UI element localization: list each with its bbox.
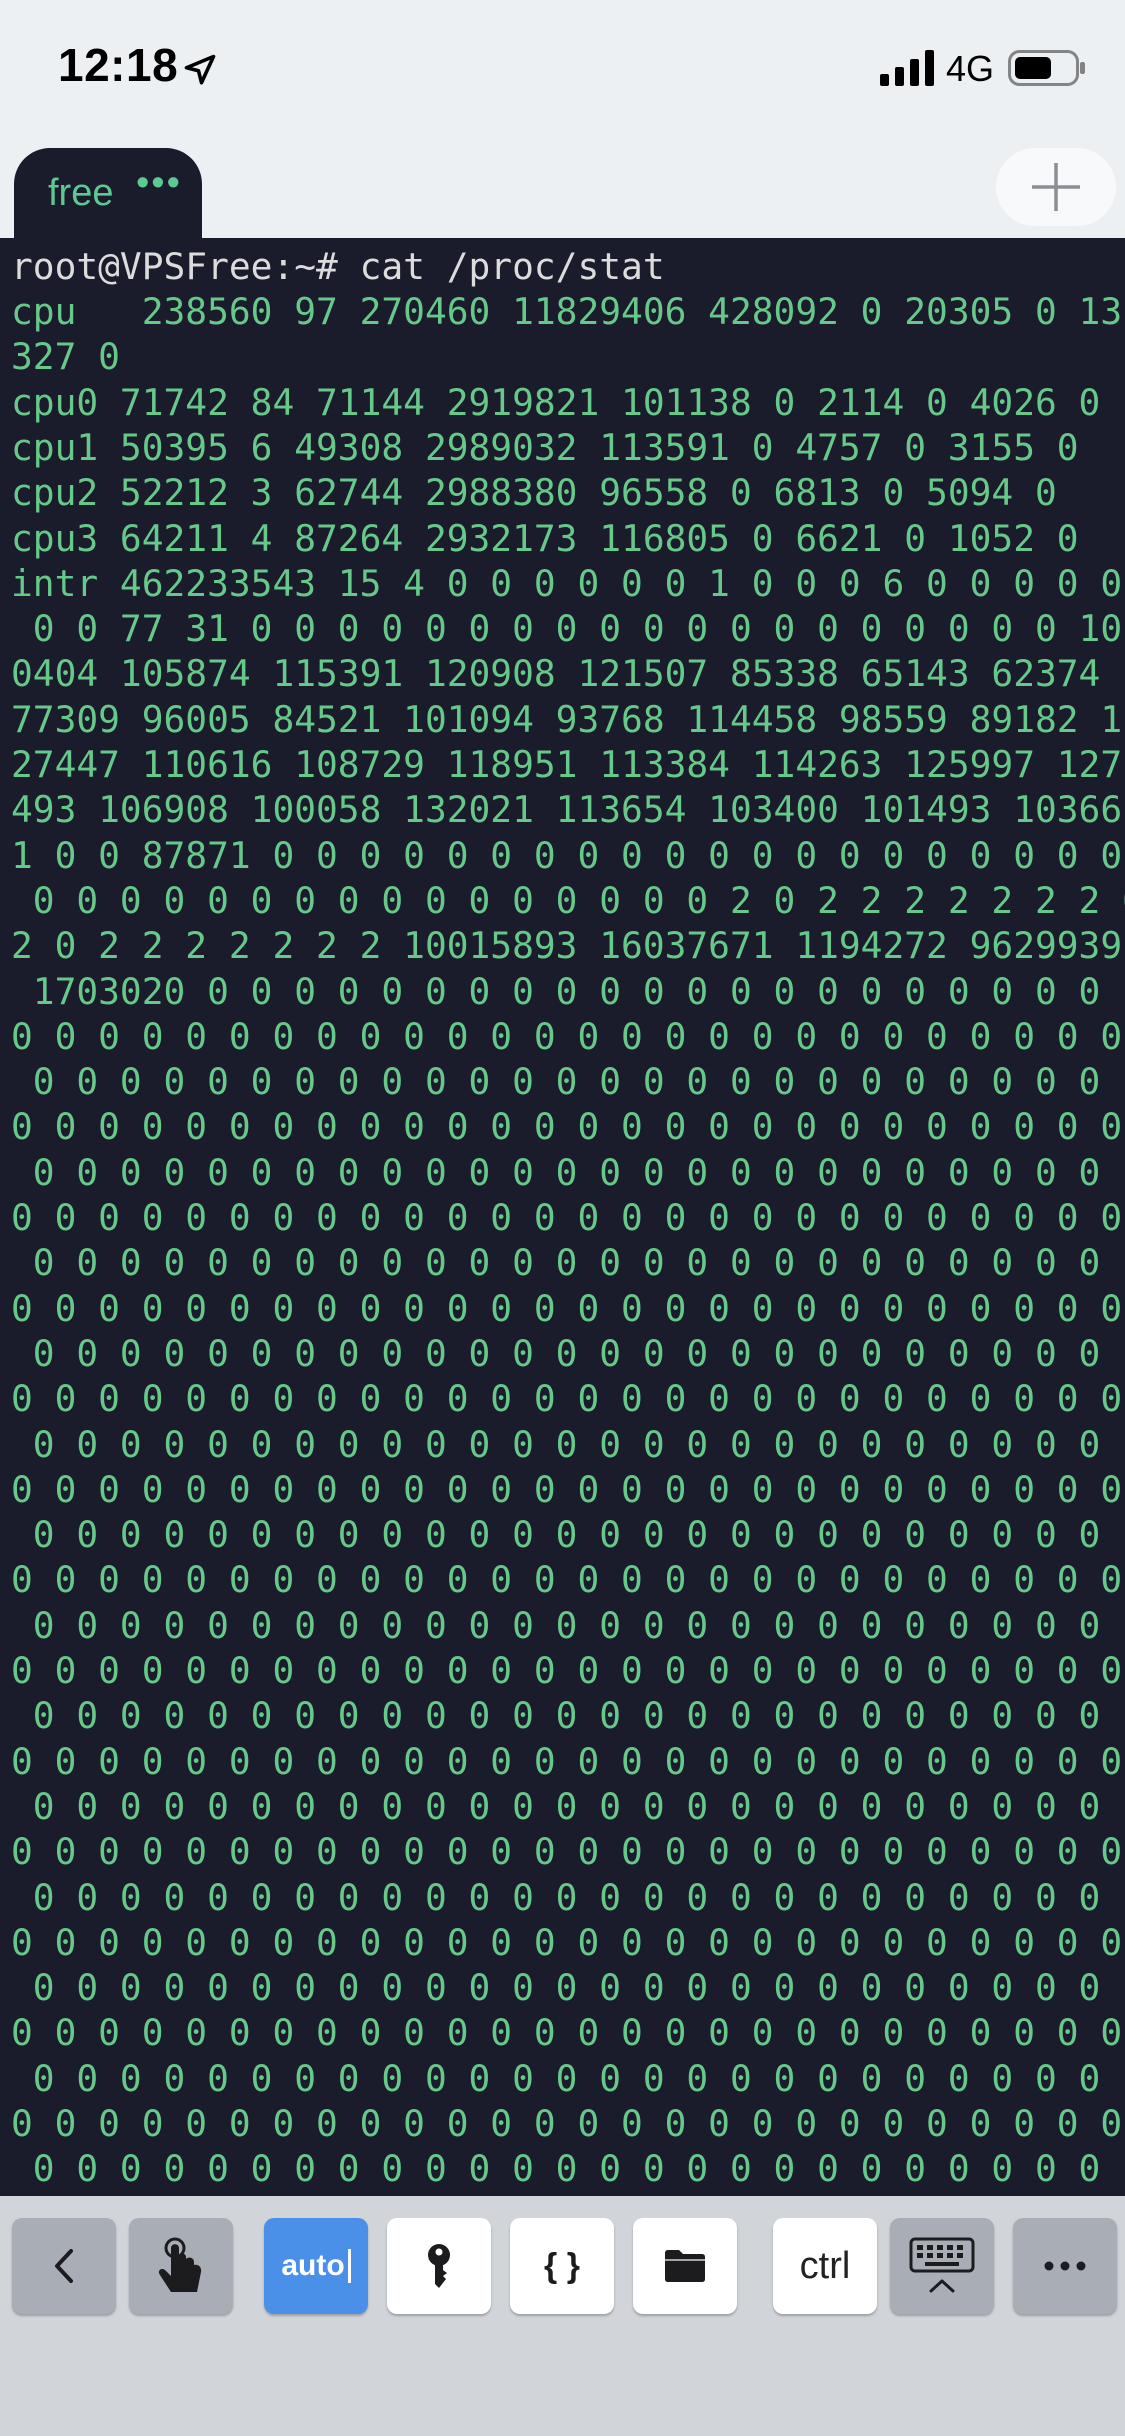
terminal-line: 0 0 0 0 0 0 0 0 0 0 0 0 0 0 0 0 0 0 0 0 … (11, 1105, 1123, 1149)
terminal-line: 0 0 0 0 0 0 0 0 0 0 0 0 0 0 0 0 0 0 0 0 … (11, 2147, 1101, 2191)
terminal-line: 0 0 0 0 0 0 0 0 0 0 0 0 0 0 0 0 0 0 0 0 … (11, 1331, 1101, 1375)
terminal-line: 0 0 0 0 0 0 0 0 0 0 0 0 0 0 0 0 0 0 0 0 … (11, 1377, 1123, 1421)
terminal-line: 0 0 0 0 0 0 0 0 0 0 0 0 0 0 0 0 0 0 0 0 … (11, 1150, 1101, 1194)
terminal-output[interactable]: root@VPSFree:~# cat /proc/stat cpu 23856… (0, 238, 1125, 2196)
tab-label: free (48, 172, 114, 214)
terminal-line: cpu 238560 97 270460 11829406 428092 0 2… (11, 290, 1123, 333)
terminal-line: 0 0 0 0 0 0 0 0 0 0 0 0 0 0 0 0 0 0 0 0 … (11, 2102, 1123, 2145)
keyboard-dismiss-icon (909, 2237, 975, 2293)
network-type: 4G (946, 48, 995, 89)
terminal-line: 27447 110616 108729 118951 113384 114263… (11, 743, 1123, 786)
signal-bars-icon (880, 50, 934, 86)
terminal-line: cpu0 71742 84 71144 2919821 101138 0 211… (11, 380, 1101, 424)
terminal-line: 0 0 0 0 0 0 0 0 0 0 0 0 0 0 0 0 0 0 0 0 … (11, 2011, 1123, 2055)
terminal-line: 1 0 0 87871 0 0 0 0 0 0 0 0 0 0 0 0 0 0 … (11, 833, 1123, 877)
terminal-line: 0 0 0 0 0 0 0 0 0 0 0 0 0 0 0 0 0 0 0 0 … (11, 2056, 1101, 2100)
auto-mode-button[interactable]: auto (264, 2218, 368, 2314)
terminal-line: 0 0 0 0 0 0 0 0 0 0 0 0 0 0 0 0 0 0 0 0 … (11, 1694, 1101, 1738)
terminal-line: 0 0 0 0 0 0 0 0 0 0 0 0 0 0 0 0 0 0 0 0 … (11, 1513, 1101, 1557)
svg-text:{ }: { } (544, 2247, 580, 2285)
terminal-line: 0 0 0 0 0 0 0 0 0 0 0 0 0 0 0 0 0 0 0 0 … (11, 1558, 1123, 1602)
chevron-left-icon (55, 2249, 73, 2283)
status-bar: 12:18 4G (0, 0, 1125, 148)
command-prompt-line: root@VPSFree:~# cat /proc/stat (11, 245, 665, 288)
touch-mode-button[interactable] (129, 2218, 233, 2314)
terminal-line: 0 0 0 0 0 0 0 0 0 0 0 0 0 0 0 0 0 0 0 0 … (11, 1060, 1101, 1104)
ctrl-label: ctrl (799, 2244, 851, 2287)
terminal-line: 0 0 0 0 0 0 0 0 0 0 0 0 0 0 0 0 0 0 0 0 … (11, 1966, 1101, 2010)
plus-icon (1032, 163, 1080, 211)
location-arrow-icon (184, 54, 216, 85)
terminal-line: 0404 105874 115391 120908 121507 85338 6… (11, 652, 1123, 696)
terminal-line: 77309 96005 84521 101094 93768 114458 98… (11, 697, 1123, 741)
more-button[interactable] (1013, 2218, 1117, 2314)
terminal-line: 0 0 0 0 0 0 0 0 0 0 0 0 0 0 0 0 0 0 0 0 … (11, 1286, 1123, 1330)
terminal-line: 0 0 0 0 0 0 0 0 0 0 0 0 0 0 0 0 0 0 0 0 … (11, 1830, 1123, 1874)
cursor-caret-icon (347, 2249, 351, 2283)
terminal-line: 327 0 (11, 335, 120, 379)
folder-icon (665, 2250, 705, 2282)
terminal-line: 493 106908 100058 132021 113654 103400 1… (11, 788, 1123, 832)
session-tab-free[interactable]: free ••• (14, 148, 202, 238)
more-dots-icon (1044, 2261, 1086, 2271)
terminal-line: 0 0 0 0 0 0 0 0 0 0 0 0 0 0 0 0 0 0 0 0 … (11, 1784, 1101, 1828)
key-icon (428, 2244, 450, 2288)
auto-label: auto (281, 2249, 345, 2282)
terminal-line: 0 0 0 0 0 0 0 0 0 0 0 0 0 0 0 0 0 0 0 0 … (11, 1241, 1101, 1285)
terminal-line: 0 0 0 0 0 0 0 0 0 0 0 0 0 0 0 0 2 0 2 2 … (11, 878, 1125, 922)
terminal-line: 0 0 0 0 0 0 0 0 0 0 0 0 0 0 0 0 0 0 0 0 … (11, 1603, 1101, 1647)
snippets-button[interactable]: { } (510, 2218, 614, 2314)
hide-keyboard-button[interactable] (890, 2218, 994, 2314)
touch-hand-icon (158, 2237, 202, 2292)
terminal-line: cpu2 52212 3 62744 2988380 96558 0 6813 … (11, 471, 1057, 515)
session-tab-bar: free ••• (0, 148, 1125, 238)
files-button[interactable] (633, 2218, 737, 2314)
terminal-line: 0 0 77 31 0 0 0 0 0 0 0 0 0 0 0 0 0 0 0 … (11, 607, 1123, 651)
terminal-line: 2 0 2 2 2 2 2 2 2 10015893 16037671 1194… (11, 924, 1123, 968)
terminal-line: 0 0 0 0 0 0 0 0 0 0 0 0 0 0 0 0 0 0 0 0 … (11, 1196, 1123, 1239)
terminal-line: 0 0 0 0 0 0 0 0 0 0 0 0 0 0 0 0 0 0 0 0 … (11, 1014, 1123, 1058)
terminal-line: 0 0 0 0 0 0 0 0 0 0 0 0 0 0 0 0 0 0 0 0 … (11, 1467, 1123, 1511)
terminal-line: 0 0 0 0 0 0 0 0 0 0 0 0 0 0 0 0 0 0 0 0 … (11, 1739, 1123, 1783)
tab-more-icon[interactable]: ••• (136, 162, 182, 205)
terminal-line: 0 0 0 0 0 0 0 0 0 0 0 0 0 0 0 0 0 0 0 0 … (11, 1649, 1123, 1692)
terminal-line: cpu3 64211 4 87264 2932173 116805 0 6621… (11, 516, 1079, 560)
add-tab-button[interactable] (996, 148, 1116, 226)
back-button[interactable] (12, 2218, 116, 2314)
keyboard-accessory-toolbar: auto { } ctrl (0, 2196, 1125, 2436)
terminal-line: 0 0 0 0 0 0 0 0 0 0 0 0 0 0 0 0 0 0 0 0 … (11, 1422, 1101, 1466)
braces-icon: { } (544, 2247, 580, 2285)
terminal-line: 0 0 0 0 0 0 0 0 0 0 0 0 0 0 0 0 0 0 0 0 … (11, 1920, 1123, 1964)
ctrl-key-button[interactable]: ctrl (773, 2218, 877, 2314)
status-time: 12:18 (58, 39, 179, 91)
key-button[interactable] (387, 2218, 491, 2314)
battery-icon (1008, 50, 1085, 86)
terminal-line: intr 462233543 15 4 0 0 0 0 0 0 1 0 0 0 … (11, 561, 1123, 605)
terminal-line: 1703020 0 0 0 0 0 0 0 0 0 0 0 0 0 0 0 0 … (11, 969, 1101, 1013)
terminal-line: 0 0 0 0 0 0 0 0 0 0 0 0 0 0 0 0 0 0 0 0 … (11, 1875, 1101, 1919)
terminal-line: cpu1 50395 6 49308 2989032 113591 0 4757… (11, 425, 1079, 469)
